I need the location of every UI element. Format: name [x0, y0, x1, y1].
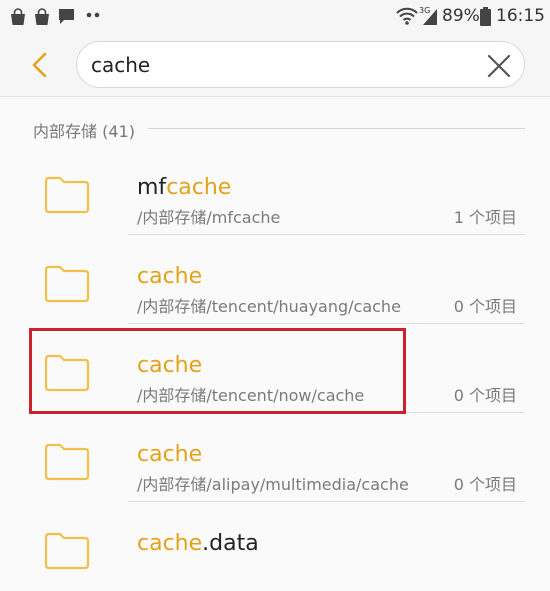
list-item[interactable]: mfcache /内部存储/mfcache 1 个项目 — [0, 146, 550, 235]
signal-icon — [423, 9, 437, 25]
item-path: /内部存储/mfcache — [137, 208, 281, 227]
item-path: /内部存储/tencent/huayang/cache — [137, 297, 401, 316]
item-name: cache — [137, 353, 203, 378]
search-header — [0, 34, 550, 97]
battery-icon — [480, 7, 491, 26]
section-title: 内部存储 (41) — [33, 122, 135, 141]
more-dots-icon — [86, 12, 100, 18]
item-name: cache.data — [137, 531, 259, 556]
folder-icon — [44, 354, 90, 392]
folder-icon — [44, 443, 90, 481]
wifi-icon — [396, 7, 418, 25]
list-item[interactable]: cache /内部存储/tencent/now/cache 0 个项目 — [0, 324, 550, 413]
message-icon — [59, 9, 74, 24]
item-path: /内部存储/alipay/multimedia/cache — [137, 475, 409, 494]
item-name: mfcache — [137, 175, 232, 200]
item-count: 1 个项目 — [453, 208, 517, 227]
list-item[interactable]: cache.data — [0, 502, 550, 591]
shopping-bag-icon — [35, 8, 49, 25]
list-item[interactable]: cache /内部存储/alipay/multimedia/cache 0 个项… — [0, 413, 550, 502]
back-arrow-icon[interactable] — [24, 48, 58, 82]
item-name: cache — [137, 442, 203, 467]
shopping-bag-icon — [11, 8, 25, 25]
clear-icon[interactable] — [486, 53, 512, 79]
item-name: cache — [137, 264, 203, 289]
item-count: 0 个项目 — [453, 297, 517, 316]
status-bar: 3G 89% 16:15 — [0, 0, 550, 34]
item-count: 0 个项目 — [453, 386, 517, 405]
folder-icon — [44, 532, 90, 570]
clock: 16:15 — [496, 6, 545, 26]
list-item[interactable]: cache /内部存储/tencent/huayang/cache 0 个项目 — [0, 235, 550, 324]
item-path: /内部存储/tencent/now/cache — [137, 386, 365, 405]
section-divider — [148, 128, 525, 129]
folder-icon — [44, 265, 90, 303]
item-count: 0 个项目 — [453, 475, 517, 494]
folder-icon — [44, 176, 90, 214]
battery-percent: 89% — [442, 6, 480, 26]
search-box — [76, 41, 525, 88]
search-input[interactable] — [91, 50, 471, 80]
